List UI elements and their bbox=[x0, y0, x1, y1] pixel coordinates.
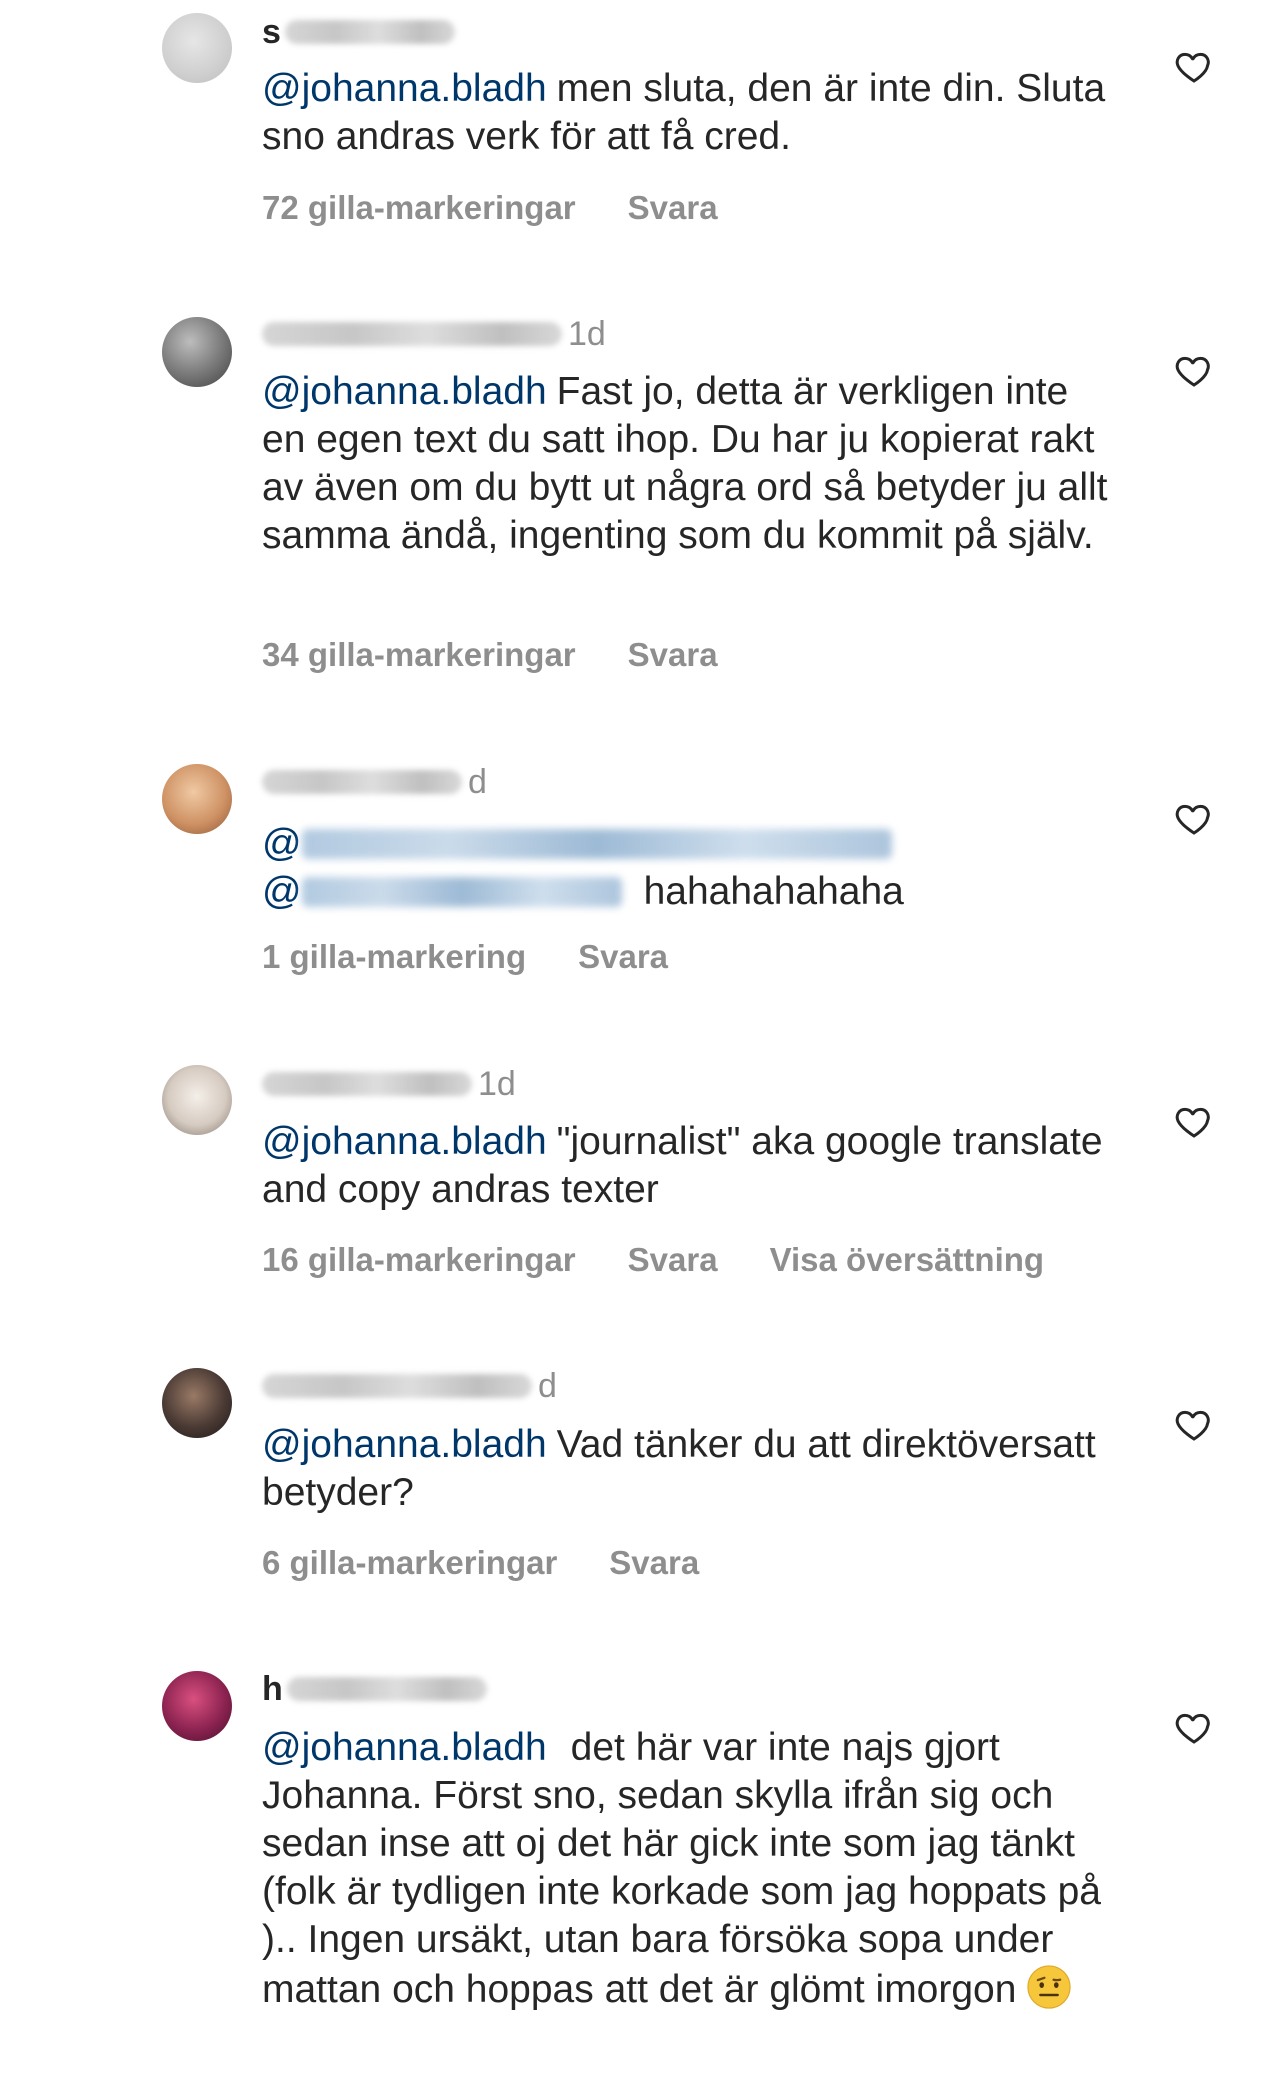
username-blurred bbox=[262, 322, 562, 346]
mention-blurred[interactable] bbox=[301, 829, 892, 859]
reply-button[interactable]: Svara bbox=[628, 636, 718, 674]
raised-eyebrow-emoji-icon bbox=[1027, 1965, 1072, 2009]
translate-button[interactable]: Visa översättning bbox=[770, 1241, 1045, 1279]
comment-time: 1d bbox=[568, 314, 606, 353]
username-row[interactable]: d bbox=[262, 762, 487, 802]
mention-link[interactable]: @johanna.bladh bbox=[262, 1423, 547, 1466]
avatar[interactable] bbox=[162, 317, 232, 387]
likes-count[interactable]: 34 gilla-markeringar bbox=[262, 636, 576, 674]
heart-outline-icon[interactable] bbox=[1174, 350, 1214, 390]
heart-outline-icon[interactable] bbox=[1174, 1707, 1214, 1747]
mention-link[interactable]: @johanna.bladh bbox=[262, 370, 547, 413]
comment-meta: 34 gilla-markeringar Svara bbox=[262, 633, 770, 677]
heart-outline-icon[interactable] bbox=[1174, 1101, 1214, 1141]
comment-text: @johanna.bladh Fast jo, detta är verklige… bbox=[262, 368, 1112, 560]
avatar[interactable] bbox=[162, 1065, 232, 1135]
reply-button[interactable]: Svara bbox=[628, 1241, 718, 1279]
avatar[interactable] bbox=[162, 1671, 232, 1741]
likes-count[interactable]: 1 gilla-markering bbox=[262, 938, 526, 976]
comment-meta: 6 gilla-markeringar Svara bbox=[262, 1541, 751, 1585]
comment-time: d bbox=[468, 762, 487, 801]
username-blurred bbox=[286, 1677, 487, 1701]
comment-time: 1d bbox=[478, 1064, 516, 1103]
heart-outline-icon[interactable] bbox=[1174, 1404, 1214, 1444]
comment-text: @ @ hahahahahaha bbox=[262, 820, 1112, 916]
username-row[interactable]: 1d bbox=[262, 1064, 516, 1104]
username-initial[interactable]: h bbox=[262, 1670, 283, 1709]
username-row[interactable]: d bbox=[262, 1366, 557, 1406]
mention-link[interactable]: @johanna.bladh bbox=[262, 1120, 547, 1163]
username-row[interactable]: h bbox=[262, 1669, 487, 1709]
avatar[interactable] bbox=[162, 1368, 232, 1438]
heart-outline-icon[interactable] bbox=[1174, 798, 1214, 838]
avatar[interactable] bbox=[162, 13, 232, 83]
mention-link[interactable]: @johanna.bladh bbox=[262, 1726, 547, 1769]
comment-text: @johanna.bladh "journalist" aka google tr… bbox=[262, 1118, 1112, 1214]
username-blurred bbox=[262, 770, 462, 794]
mention-prefix[interactable]: @ bbox=[262, 868, 302, 916]
reply-button[interactable]: Svara bbox=[609, 1544, 699, 1582]
likes-count[interactable]: 6 gilla-markeringar bbox=[262, 1544, 557, 1582]
comment-meta: 16 gilla-markeringar Svara Visa översätt… bbox=[262, 1238, 1096, 1282]
mention-link[interactable]: @johanna.bladh bbox=[262, 67, 547, 110]
username-blurred bbox=[262, 1374, 532, 1398]
comment-text: @johanna.bladh det här var inte najs gjor… bbox=[262, 1724, 1112, 2014]
username-row[interactable]: 1d bbox=[262, 314, 606, 354]
comment-meta: 72 gilla-markeringar Svara bbox=[262, 186, 770, 230]
comment-body: hahahahahaha bbox=[643, 870, 904, 913]
heart-outline-icon[interactable] bbox=[1174, 46, 1214, 86]
comment-text: @johanna.bladh Vad tänker du att direktöv… bbox=[262, 1421, 1112, 1517]
comment-text: @johanna.bladh men sluta, den är inte din… bbox=[262, 65, 1112, 161]
comment-meta: 1 gilla-markering Svara bbox=[262, 935, 720, 979]
avatar[interactable] bbox=[162, 764, 232, 834]
username-blurred bbox=[262, 1072, 472, 1096]
reply-button[interactable]: Svara bbox=[628, 189, 718, 227]
likes-count[interactable]: 72 gilla-markeringar bbox=[262, 189, 576, 227]
reply-button[interactable]: Svara bbox=[578, 938, 668, 976]
comment-time: d bbox=[538, 1366, 557, 1405]
username-row[interactable]: s bbox=[262, 12, 455, 52]
likes-count[interactable]: 16 gilla-markeringar bbox=[262, 1241, 576, 1279]
username-blurred bbox=[284, 20, 455, 44]
username-initial[interactable]: s bbox=[262, 13, 281, 52]
mention-prefix[interactable]: @ bbox=[262, 820, 302, 868]
mention-blurred[interactable] bbox=[301, 877, 622, 907]
